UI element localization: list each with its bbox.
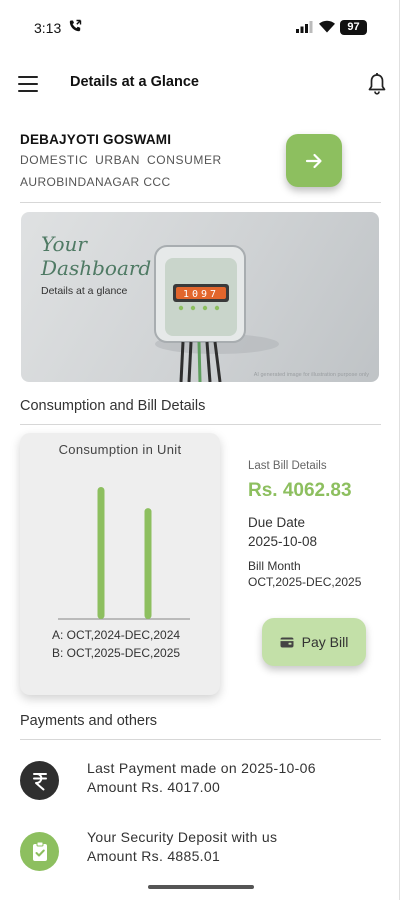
electric-meter-illustration: 1097 (154, 245, 279, 382)
dashboard-banner: Your Dashboard Details at a glance 1097 … (21, 212, 379, 382)
divider (20, 739, 381, 740)
last-payment-amount: Amount Rs. 4017.00 (87, 779, 221, 795)
consumption-bar-chart (58, 487, 190, 620)
pay-bill-button[interactable]: Pay Bill (262, 618, 366, 666)
security-deposit-label: Your Security Deposit with us (87, 829, 278, 845)
wallet-icon (280, 637, 294, 648)
banner-credit: AI generated image for illustration purp… (253, 372, 369, 378)
page-title: Details at a Glance (70, 74, 199, 90)
chart-legend-b: B: OCT,2025-DEC,2025 (52, 646, 181, 660)
security-deposit-amount: Amount Rs. 4885.01 (87, 848, 221, 864)
consumer-ccc: AUROBINDANAGAR CCC (20, 175, 171, 189)
meter-digits: 1097 (183, 289, 219, 300)
notification-bell-icon[interactable] (366, 72, 388, 96)
arrow-right-icon (305, 153, 322, 168)
consumption-section-title: Consumption and Bill Details (20, 398, 206, 414)
signal-icon (296, 21, 313, 33)
wifi-icon (319, 20, 335, 33)
bill-month-label: Bill Month (248, 559, 301, 573)
chart-bar-b (144, 508, 152, 619)
consumption-chart-card: Consumption in Unit A: OCT,2024-DEC,2024… (20, 433, 220, 695)
chart-title: Consumption in Unit (58, 442, 182, 457)
last-bill-amount: Rs. 4062.83 (248, 480, 352, 501)
divider (20, 424, 381, 425)
consumer-type: DOMESTIC URBAN CONSUMER (20, 153, 222, 167)
last-bill-label: Last Bill Details (248, 460, 327, 472)
app-bar: Details at a Glance (0, 66, 401, 102)
due-date-label: Due Date (248, 515, 306, 530)
home-indicator (148, 885, 254, 889)
clipboard-check-icon (20, 832, 59, 871)
consumer-details-button[interactable] (286, 134, 342, 187)
payments-section-title: Payments and others (20, 713, 158, 729)
last-payment-date: Last Payment made on 2025-10-06 (87, 760, 316, 776)
pay-bill-label: Pay Bill (301, 634, 349, 650)
divider (20, 202, 381, 203)
screen-edge-divider (399, 0, 400, 900)
rupee-icon (20, 761, 59, 800)
chart-bar-a (97, 487, 105, 619)
chart-legend-a: A: OCT,2024-DEC,2024 (52, 628, 181, 642)
due-date-value: 2025-10-08 (248, 534, 318, 549)
status-bar: 3:13 97 (0, 0, 401, 56)
battery-indicator: 97 (340, 20, 367, 35)
wifi-call-icon (69, 19, 82, 32)
hamburger-menu-icon[interactable] (18, 76, 38, 92)
consumer-name: DEBAJYOTI GOSWAMI (20, 132, 172, 147)
status-time: 3:13 (34, 20, 62, 36)
bill-month-value: OCT,2025-DEC,2025 (248, 575, 362, 589)
